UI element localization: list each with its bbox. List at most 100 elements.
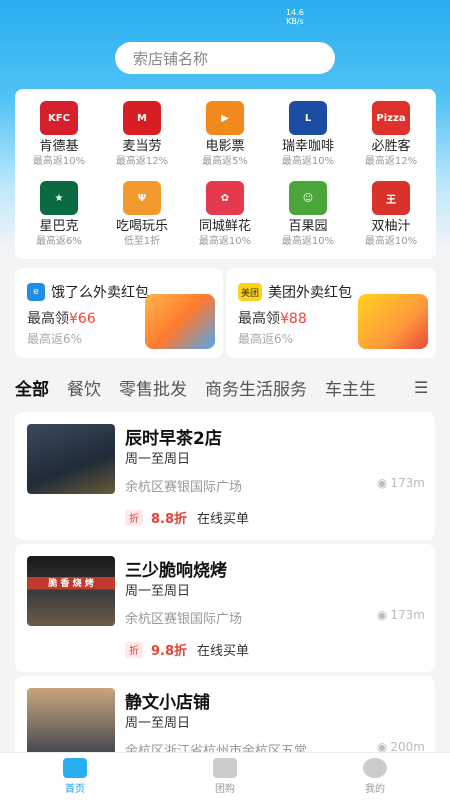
- brand-name: 星巴克: [39, 219, 79, 234]
- promo-rebate: 最高返6%: [238, 332, 294, 346]
- brand-name: 麦当劳: [122, 139, 162, 154]
- network-speed: 14.6 KB/s: [286, 8, 304, 26]
- brand-name: 同城鲜花: [198, 219, 251, 234]
- tab-car-owner[interactable]: 车主生: [325, 375, 376, 400]
- store-distance: ◉ 173m: [376, 608, 425, 622]
- brand-logo-icon: ★: [40, 181, 78, 215]
- store-photo: 脆 香 烧 烤: [27, 556, 115, 626]
- tab-business-services[interactable]: 商务生活服务: [205, 375, 307, 400]
- brand-logo-icon: Pizza: [372, 101, 410, 135]
- category-tabs: 全部 餐饮 零售批发 商务生活服务 车主生: [15, 374, 435, 400]
- discount-value: 8.8折: [151, 512, 188, 527]
- brand-name: 肯德基: [39, 139, 79, 154]
- brand-logo-icon: ▶: [206, 101, 244, 135]
- store-address: 余杭区赛银国际广场: [125, 612, 243, 627]
- store-name: 静文小店铺: [125, 693, 210, 713]
- brand-item[interactable]: ☺ 百果园最高返10%: [266, 181, 350, 248]
- brand-rebate: 最高返5%: [202, 156, 248, 167]
- brand-name: 双柚汁: [371, 219, 411, 234]
- store-card[interactable]: 脆 香 烧 烤 三少脆响烧烤 周一至周日 余杭区赛银国际广场 ◉ 173m 折 9…: [15, 544, 435, 672]
- store-hours: 周一至周日: [125, 716, 191, 731]
- brand-logo-icon: ✿: [206, 181, 244, 215]
- brand-item[interactable]: KFC 肯德基最高返10%: [17, 101, 101, 168]
- store-sign: 脆 香 烧 烤: [48, 579, 94, 589]
- discount-badge: 折: [125, 509, 143, 526]
- promo-amount: 最高领¥66: [27, 311, 96, 327]
- brand-rebate: 最高返10%: [281, 156, 335, 167]
- store-deal[interactable]: 折 9.8折 在线买单: [125, 640, 249, 659]
- brand-logo-icon: ☺: [289, 181, 327, 215]
- brand-name: 必胜客: [371, 139, 411, 154]
- meituan-logo-icon: 美团: [238, 283, 262, 301]
- promo-rebate: 最高返6%: [27, 332, 83, 346]
- brand-logo-icon: KFC: [40, 101, 78, 135]
- eye-icon: ◉: [376, 608, 388, 622]
- brand-name: 瑞幸咖啡: [281, 139, 334, 154]
- store-address: 余杭区浙江省杭州市余杭区五常...: [125, 744, 320, 752]
- brand-grid: KFC 肯德基最高返10% M 麦当劳最高返12% ▶ 电影票最高返5% L 瑞幸咖啡最高返1…: [15, 89, 436, 259]
- store-address: 余杭区赛银国际广场: [125, 480, 243, 495]
- store-card[interactable]: 辰时早茶2店 周一至周日 余杭区赛银国际广场 ◉ 173m 折 8.8折 在线买单: [15, 412, 435, 540]
- store-distance: ◉ 173m: [376, 476, 425, 490]
- store-distance: ◉ 200m: [376, 740, 425, 752]
- nav-profile[interactable]: 我的: [335, 758, 415, 795]
- kangaroo-illustration: [358, 294, 428, 349]
- brand-item[interactable]: M 麦当劳最高返12%: [100, 101, 184, 168]
- brand-name: 百果园: [288, 219, 328, 234]
- meituan-promo-card[interactable]: 美团 美团外卖红包 最高领¥88 最高返6%: [226, 268, 436, 358]
- menu-icon[interactable]: ☰: [414, 378, 430, 397]
- eye-icon: ◉: [376, 740, 388, 752]
- group-buy-icon: [213, 758, 237, 778]
- brand-rebate: 最高返10%: [198, 236, 252, 247]
- profile-icon: [363, 758, 387, 778]
- brand-item[interactable]: L 瑞幸咖啡最高返10%: [266, 101, 350, 168]
- eleme-promo-card[interactable]: e 饿了么外卖红包 最高领¥66 最高返6%: [15, 268, 223, 358]
- brand-item[interactable]: ✿ 同城鲜花最高返10%: [183, 181, 267, 248]
- bottom-navigation: 首页 团购 我的: [0, 752, 450, 800]
- promo-title: 饿了么外卖红包: [51, 285, 149, 301]
- food-box-illustration: [145, 294, 215, 349]
- tab-dining[interactable]: 餐饮: [67, 375, 101, 400]
- home-icon: [63, 758, 87, 778]
- brand-rebate: 最高返6%: [36, 236, 82, 247]
- store-name: 辰时早茶2店: [125, 429, 222, 449]
- store-name: 三少脆响烧烤: [125, 561, 227, 581]
- nav-home[interactable]: 首页: [35, 758, 115, 795]
- store-photo: [27, 424, 115, 494]
- brand-rebate: 低至1折: [123, 236, 161, 247]
- promo-title: 美团外卖红包: [268, 285, 352, 301]
- brand-rebate: 最高返10%: [32, 156, 86, 167]
- discount-value: 9.8折: [151, 644, 188, 659]
- brand-name: 电影票: [205, 139, 245, 154]
- brand-name: 吃喝玩乐: [115, 219, 168, 234]
- store-card[interactable]: 静文小店铺 周一至周日 余杭区浙江省杭州市余杭区五常... ◉ 200m: [15, 676, 435, 752]
- eye-icon: ◉: [376, 476, 388, 490]
- promo-amount: 最高领¥88: [238, 311, 307, 327]
- brand-logo-icon: L: [289, 101, 327, 135]
- brand-item[interactable]: 王双柚汁最高返10%: [349, 181, 433, 248]
- store-deal[interactable]: 折 8.8折 在线买单: [125, 508, 249, 527]
- store-hours: 周一至周日: [125, 452, 191, 467]
- deal-label: 在线买单: [197, 512, 250, 527]
- search-input[interactable]: 索店铺名称: [115, 42, 335, 74]
- store-photo: [27, 688, 115, 752]
- discount-badge: 折: [125, 641, 143, 658]
- tab-all[interactable]: 全部: [15, 375, 49, 400]
- brand-logo-icon: 王: [372, 181, 410, 215]
- brand-rebate: 最高返10%: [281, 236, 335, 247]
- brand-item[interactable]: Ψ 吃喝玩乐低至1折: [100, 181, 184, 248]
- brand-logo-icon: Ψ: [123, 181, 161, 215]
- nav-group-buy[interactable]: 团购: [185, 758, 265, 795]
- search-placeholder: 索店铺名称: [133, 49, 209, 68]
- brand-item[interactable]: ▶ 电影票最高返5%: [183, 101, 267, 168]
- brand-logo-icon: M: [123, 101, 161, 135]
- brand-item[interactable]: ★ 星巴克最高返6%: [17, 181, 101, 248]
- brand-item[interactable]: Pizza 必胜客最高返12%: [349, 101, 433, 168]
- eleme-logo-icon: e: [27, 283, 45, 301]
- store-hours: 周一至周日: [125, 584, 191, 599]
- brand-rebate: 最高返12%: [364, 156, 418, 167]
- tab-retail[interactable]: 零售批发: [119, 375, 187, 400]
- brand-rebate: 最高返10%: [364, 236, 418, 247]
- deal-label: 在线买单: [197, 644, 250, 659]
- brand-rebate: 最高返12%: [115, 156, 169, 167]
